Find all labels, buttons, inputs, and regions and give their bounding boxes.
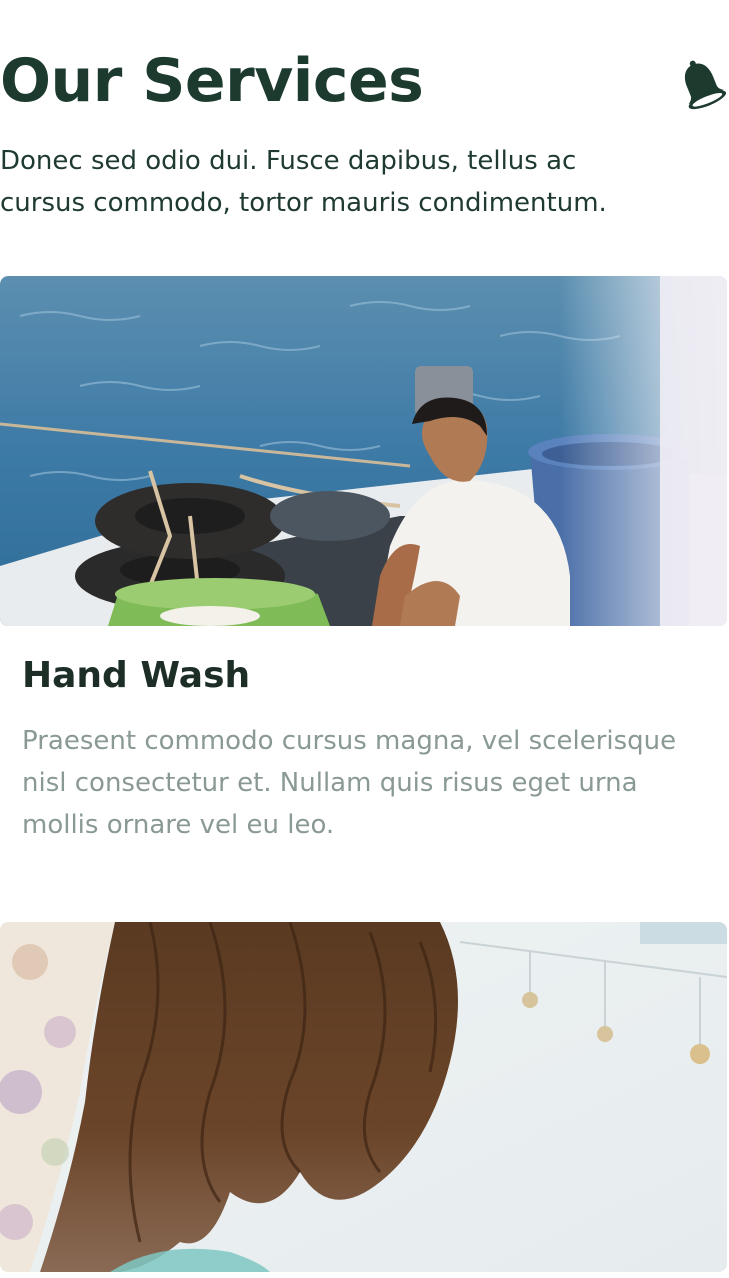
card-description: Praesent commodo cursus magna, vel scele…	[22, 726, 677, 840]
header: Our Services	[0, 40, 729, 130]
intro-text: Donec sed odio dui. Fusce dapibus, tellu…	[0, 146, 607, 218]
service-card[interactable]: Hand Wash Praesent commodo cursus magna,…	[0, 276, 727, 878]
service-image-boat	[0, 276, 727, 626]
service-image-hair	[0, 922, 727, 1272]
service-card[interactable]	[0, 922, 727, 1272]
card-title: Hand Wash	[22, 655, 251, 696]
services-page: Our Services Donec sed odio dui. Fusce d…	[0, 0, 729, 1278]
bell-icon	[684, 60, 726, 110]
card-body: Hand Wash Praesent commodo cursus magna,…	[0, 626, 727, 846]
page-title: Our Services	[0, 46, 424, 116]
notification-button[interactable]	[673, 54, 729, 114]
